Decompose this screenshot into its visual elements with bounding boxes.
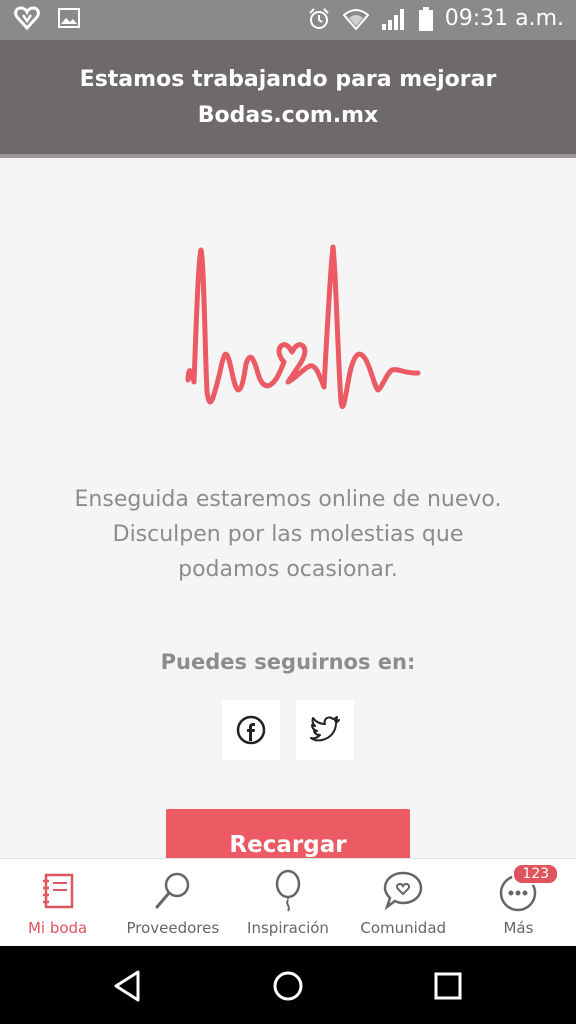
twitter-icon bbox=[310, 716, 340, 742]
chat-heart-icon bbox=[383, 871, 423, 911]
notebook-icon bbox=[42, 873, 73, 909]
nav-label: Proveedores bbox=[126, 919, 220, 937]
recents-icon[interactable] bbox=[430, 968, 466, 1004]
facebook-button[interactable] bbox=[222, 700, 280, 760]
reload-button[interactable]: Recargar bbox=[166, 809, 410, 858]
message-line-1: Enseguida estaremos online de nuevo. bbox=[74, 487, 502, 512]
facebook-icon bbox=[236, 715, 266, 745]
home-icon[interactable] bbox=[270, 968, 306, 1004]
system-nav-bar bbox=[0, 946, 576, 1024]
twitter-button[interactable] bbox=[296, 700, 354, 760]
banner-line-1: Estamos trabajando para mejorar bbox=[79, 67, 497, 92]
alarm-icon bbox=[308, 7, 329, 29]
nav-item-comunidad[interactable]: Comunidad bbox=[346, 859, 461, 946]
nav-label: Inspiración bbox=[247, 919, 329, 937]
banner-line-2: Bodas.com.mx bbox=[197, 103, 379, 128]
bottom-nav: Mi boda Proveedores Inspiración Comunida… bbox=[0, 858, 576, 946]
magnifier-icon bbox=[155, 872, 190, 909]
heartbeat-heart-icon bbox=[185, 244, 421, 409]
main-content: Enseguida estaremos online de nuevo. Dis… bbox=[0, 162, 576, 858]
nav-item-inspiracion[interactable]: Inspiración bbox=[230, 859, 345, 946]
status-bar: 09:31 a.m. bbox=[0, 0, 576, 40]
nav-item-mi-boda[interactable]: Mi boda bbox=[0, 859, 115, 946]
follow-label: Puedes seguirnos en: bbox=[160, 650, 416, 674]
notification-badge: 123 bbox=[512, 863, 560, 885]
image-icon bbox=[58, 8, 80, 28]
wifi-icon bbox=[342, 8, 369, 30]
status-left-icons bbox=[14, 6, 80, 30]
nav-label: Más bbox=[503, 919, 534, 937]
balloon-icon bbox=[275, 869, 301, 912]
signal-icon bbox=[381, 8, 404, 30]
app-heart-icon bbox=[14, 6, 40, 30]
message-line-2: Disculpen por las molestias que podamos … bbox=[112, 522, 464, 582]
back-icon[interactable] bbox=[110, 968, 146, 1004]
maintenance-banner: Estamos trabajando para mejorar Bodas.co… bbox=[0, 40, 576, 158]
nav-item-proveedores[interactable]: Proveedores bbox=[115, 859, 230, 946]
status-right-icons: 09:31 a.m. bbox=[307, 6, 564, 31]
nav-item-mas[interactable]: 123 Más bbox=[461, 859, 576, 946]
nav-label: Comunidad bbox=[360, 919, 447, 937]
status-time: 09:31 a.m. bbox=[444, 6, 564, 31]
maintenance-message: Enseguida estaremos online de nuevo. Dis… bbox=[60, 482, 516, 587]
battery-icon bbox=[418, 6, 433, 31]
nav-label: Mi boda bbox=[27, 919, 88, 937]
